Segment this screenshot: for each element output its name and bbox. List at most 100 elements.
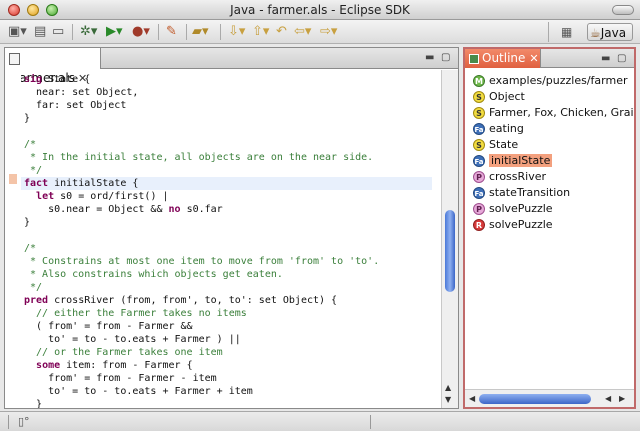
- outline-item-label: examples/puzzles/farmer: [489, 74, 628, 87]
- outline-tab[interactable]: Outline ✕: [465, 49, 541, 68]
- outline-item-badge-icon: P: [473, 203, 485, 215]
- keyword: let: [36, 191, 55, 202]
- debug-icon[interactable]: ✲▾: [80, 24, 97, 40]
- editor-scroll-thumb[interactable]: [445, 210, 455, 292]
- outline-item-badge-icon: R: [473, 219, 485, 231]
- code-line: fact initialState {: [21, 177, 432, 190]
- minimize-outline-icon[interactable]: ▬: [601, 53, 610, 64]
- code-line: */: [24, 165, 43, 176]
- outline-item[interactable]: Fa stateTransition: [473, 185, 570, 201]
- outline-view: Outline ✕ ▬ ▢ Mexamples/puzzles/farmer S Ob…: [463, 47, 636, 409]
- change-marker: [9, 174, 17, 184]
- outline-scroll-thumb[interactable]: [479, 394, 591, 404]
- code-line: sig State {: [24, 74, 91, 85]
- code-line: // or the Farmer takes one item: [24, 347, 223, 358]
- outline-tab-bar: Outline ✕ ▬ ▢: [465, 49, 634, 68]
- outline-item-label: stateTransition: [489, 186, 571, 199]
- edit-icon[interactable]: ✎: [166, 24, 177, 40]
- outline-item[interactable]: S Farmer, Fox, Chicken, Grain: [473, 105, 634, 121]
- outline-item-label: initialState: [489, 154, 553, 167]
- outline-item-badge-icon: P: [473, 171, 485, 183]
- scroll-left-arrow[interactable]: ◀: [469, 394, 475, 403]
- code-line: s0.near = Object && no s0.far: [24, 204, 223, 215]
- code-area[interactable]: sig State { near: set Object, far: set O…: [21, 70, 432, 408]
- code-line: to' = to - to.eats + Farmer + item: [24, 386, 253, 397]
- code-line: ( from' = from - Farmer &&: [24, 321, 193, 332]
- code-line: /*: [24, 243, 37, 254]
- forward-icon[interactable]: ⇨▾: [320, 24, 337, 40]
- code-line: * Also constrains which objects get eate…: [24, 269, 283, 280]
- previous-annotation-icon[interactable]: ⇧▾: [252, 24, 269, 40]
- open-type-icon[interactable]: ▰▾: [192, 24, 209, 40]
- outline-item[interactable]: Fa eating: [473, 121, 524, 137]
- perspective-switcher: ▦ ☕Java: [548, 22, 636, 42]
- outline-item-label: State: [489, 138, 519, 151]
- outline-tree: Mexamples/puzzles/farmer S Object S Farmer, …: [465, 69, 634, 389]
- minimize-pane-icon[interactable]: ▬: [425, 52, 434, 63]
- code-line: /*: [24, 139, 37, 150]
- status-bar: ▯°: [0, 411, 640, 431]
- toolbar-separator: [72, 24, 73, 40]
- outline-item[interactable]: Mexamples/puzzles/farmer: [473, 73, 628, 89]
- toolbar-separator: [186, 24, 187, 40]
- outline-item[interactable]: S State: [473, 137, 518, 153]
- status-divider: [370, 415, 371, 429]
- main-toolbar: ▣▾ ▤ ▭ ✲▾ ▶▾ ●▾ ✎ ▰▾ ⇩▾ ⇧▾ ↶ ⇦▾ ⇨▾ ▦ ☕Ja…: [0, 20, 640, 44]
- code-line: far: set Object: [24, 100, 127, 111]
- outline-item-badge-icon: Fa: [473, 187, 485, 199]
- new-task-icon[interactable]: ▯°: [18, 415, 30, 428]
- keyword: sig: [24, 74, 43, 85]
- external-tools-icon[interactable]: ●▾: [132, 24, 150, 40]
- code-line: some item: from - Farmer {: [36, 360, 193, 371]
- scroll-down-arrow[interactable]: ▼: [445, 395, 451, 404]
- editor-pane: *farmer.als ✕ ▬ ▢ sig State { near: set O…: [4, 47, 459, 409]
- code-line: let s0 = ord/first() |: [36, 191, 169, 202]
- outline-item-label: crossRiver: [489, 170, 547, 183]
- keyword: fact: [24, 178, 49, 189]
- outline-item-label: Object: [489, 90, 525, 103]
- back-icon[interactable]: ⇦▾: [294, 24, 311, 40]
- save-icon[interactable]: ▤: [34, 24, 46, 40]
- java-perspective-button[interactable]: ☕Java: [587, 23, 633, 41]
- window-title: Java - farmer.als - Eclipse SDK: [230, 3, 410, 17]
- outline-item-label: Farmer, Fox, Chicken, Grain: [489, 106, 634, 119]
- toolbar-toggle-button[interactable]: [612, 5, 634, 15]
- code-line: near: set Object,: [24, 87, 139, 98]
- outline-item-badge-icon: M: [473, 75, 485, 87]
- code-line: * In the initial state, all objects are …: [24, 152, 374, 163]
- outline-item[interactable]: RsolvePuzzle: [473, 217, 553, 233]
- maximize-outline-icon[interactable]: ▢: [617, 53, 626, 64]
- editor-vertical-scrollbar[interactable]: ▲ ▼: [441, 70, 458, 408]
- code-line: * Constrains at most one item to move fr…: [24, 256, 380, 267]
- outline-icon: [469, 53, 479, 64]
- last-edit-icon[interactable]: ↶: [276, 24, 287, 40]
- outline-item-label: eating: [489, 122, 524, 135]
- code-line: */: [24, 282, 43, 293]
- code-line: from' = from - Farmer - item: [24, 373, 217, 384]
- editor-tab-farmer[interactable]: *farmer.als ✕: [5, 48, 101, 85]
- java-perspective-label: Java: [600, 26, 627, 40]
- outline-tab-label: Outline: [482, 51, 526, 65]
- outline-horizontal-scrollbar[interactable]: ◀ ◀ ▶: [465, 389, 634, 407]
- maximize-pane-icon[interactable]: ▢: [441, 52, 450, 63]
- scroll-left-arrow-2[interactable]: ◀: [605, 394, 611, 403]
- open-perspective-icon[interactable]: ▦: [561, 23, 572, 41]
- keyword: pred: [24, 295, 49, 306]
- run-icon[interactable]: ▶▾: [106, 24, 123, 40]
- scroll-up-arrow[interactable]: ▲: [445, 383, 451, 392]
- outline-item[interactable]: PsolvePuzzle: [473, 201, 553, 217]
- code-line: pred crossRiver (from, from', to, to': s…: [24, 295, 338, 306]
- code-line: }: [24, 399, 43, 408]
- outline-item-badge-icon: S: [473, 139, 485, 151]
- scroll-right-arrow[interactable]: ▶: [619, 394, 625, 403]
- next-annotation-icon[interactable]: ⇩▾: [228, 24, 245, 40]
- outline-item-badge-icon: S: [473, 91, 485, 103]
- new-wizard-icon[interactable]: ▣▾: [8, 24, 27, 40]
- print-icon[interactable]: ▭: [52, 24, 64, 40]
- keyword: no: [168, 204, 181, 215]
- outline-item[interactable]: Fa initialState: [473, 153, 553, 169]
- outline-item[interactable]: PcrossRiver: [473, 169, 546, 185]
- close-outline-icon[interactable]: ✕: [529, 52, 538, 65]
- outline-item[interactable]: S Object: [473, 89, 525, 105]
